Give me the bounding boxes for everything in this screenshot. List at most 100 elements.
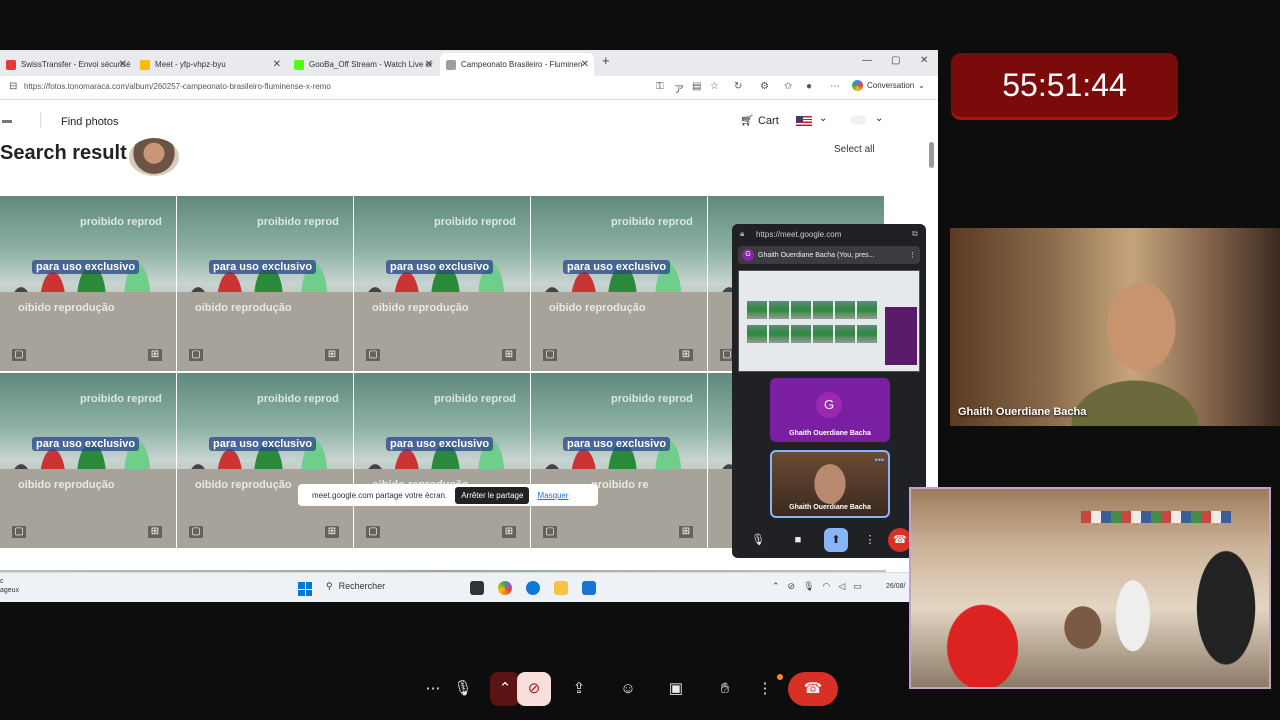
hide-banner-link[interactable]: Masquer — [537, 491, 568, 500]
chevron-down-icon[interactable]: ⌄ — [819, 113, 827, 124]
face-search-thumbnail[interactable] — [129, 138, 179, 176]
cart-add-icon[interactable]: ⊞ — [325, 526, 339, 538]
site-info-icon[interactable]: ⊟ — [9, 81, 17, 92]
watermark-text: proibido reprod — [80, 216, 162, 228]
translate-icon[interactable]: ア — [674, 81, 684, 96]
tab-kick[interactable]: GooBa_Off Stream - Watch Live or ✕ — [288, 53, 438, 76]
microphone-icon[interactable]: 🎙︎ — [746, 528, 770, 552]
more-icon[interactable]: ⋯ — [416, 672, 450, 706]
cart-add-icon[interactable]: ⊞ — [679, 526, 693, 538]
participant-video-tile[interactable]: Ghaith Ouerdiane Bacha — [950, 228, 1280, 426]
close-icon[interactable]: ✕ — [119, 59, 127, 70]
taskbar-search[interactable]: ⚲ Rechercher — [326, 581, 385, 592]
photo-card[interactable]: proibido reprod para uso exclusivo oibid… — [0, 196, 176, 371]
meet-pip-window: 🔒︎ https://meet.google.com ⧉ G Ghaith Ou… — [732, 224, 926, 558]
photo-card[interactable]: proibido reprod para uso exclusivo oibid… — [177, 196, 353, 371]
new-tab-button[interactable]: + — [602, 53, 610, 68]
cart-add-icon[interactable]: ⊞ — [502, 526, 516, 538]
tab-swisstransfer[interactable]: SwissTransfer - Envoi sécurisé et g ✕ — [0, 53, 132, 76]
tab-label: GooBa_Off Stream - Watch Live or — [309, 60, 433, 69]
cart-button[interactable]: 🛒︎ Cart — [740, 114, 779, 128]
cart-add-icon[interactable]: ⊞ — [148, 526, 162, 538]
more-icon[interactable]: ⋯ — [830, 81, 840, 92]
account-avatar[interactable] — [850, 115, 866, 125]
captions-icon[interactable]: ▣ — [659, 672, 693, 706]
cart-add-icon[interactable]: ⊞ — [325, 349, 339, 361]
photo-card[interactable]: proibido reprod para uso exclusivo oibid… — [354, 196, 530, 371]
select-icon[interactable]: ▢ — [366, 349, 380, 361]
select-all-button[interactable]: Select all — [834, 144, 875, 155]
site-logo[interactable]: ▬ — [2, 115, 12, 126]
close-icon[interactable]: ✕ — [425, 59, 433, 70]
windows-start-icon[interactable] — [298, 582, 312, 596]
more-icon[interactable]: ••• — [875, 455, 884, 465]
photo-card[interactable]: proibido reprod para uso exclusivo oibid… — [177, 373, 353, 548]
copilot-conversation-button[interactable]: Conversation ⌄ — [852, 80, 925, 91]
participant-tile-avatar[interactable]: G Ghaith Ouerdiane Bacha — [770, 378, 890, 442]
select-icon[interactable]: ▢ — [12, 526, 26, 538]
favorite-icon[interactable]: ☆ — [710, 81, 719, 92]
photo-card[interactable]: proibido reprod para uso exclusivo oibid… — [0, 373, 176, 548]
chevron-down-icon[interactable]: ⌄ — [875, 113, 883, 124]
microphone-icon[interactable]: 🎙︎ — [446, 672, 480, 706]
emoji-icon[interactable]: ☺ — [611, 672, 645, 706]
taskbar-date[interactable]: 26/08/ — [886, 583, 905, 590]
cart-add-icon[interactable]: ⊞ — [502, 349, 516, 361]
photo-card[interactable]: proibido reprod para uso exclusivo oibid… — [531, 196, 707, 371]
find-photos-link[interactable]: Find photos — [61, 116, 118, 128]
present-screen-icon[interactable]: ⇪ — [562, 672, 596, 706]
present-screen-icon[interactable]: ⬆ — [824, 528, 848, 552]
key-icon[interactable]: ⚿ — [656, 81, 664, 92]
kick-icon — [294, 59, 304, 70]
tab-meet[interactable]: Meet - yfp-vhpz-byu ✕ — [134, 53, 286, 76]
maximize-icon[interactable]: ▢ — [891, 55, 900, 66]
select-icon[interactable]: ▢ — [543, 526, 557, 538]
select-icon[interactable]: ▢ — [189, 349, 203, 361]
end-call-button[interactable]: ☎ — [788, 672, 838, 706]
refresh-icon[interactable]: ↻ — [734, 81, 742, 92]
task-view-icon[interactable] — [470, 581, 484, 595]
watermark-badge: para uso exclusivo — [563, 437, 671, 451]
tab-label: Campeonato Brasileiro - Fluminen — [461, 60, 583, 69]
watermark-text: oibido reprodução — [195, 302, 292, 314]
file-explorer-icon[interactable] — [554, 581, 568, 595]
select-icon[interactable]: ▢ — [189, 526, 203, 538]
system-tray[interactable]: ⌃ ⊘ 🎙︎ ◠ ◁ ▭ — [772, 581, 862, 592]
select-icon[interactable]: ▢ — [12, 349, 26, 361]
tab-campeonato[interactable]: Campeonato Brasileiro - Fluminen ✕ — [440, 53, 594, 76]
reader-icon[interactable]: ▤ — [692, 81, 701, 92]
taskbar-weather[interactable]: c ageux — [0, 577, 19, 595]
more-vert-icon[interactable]: ⋮ — [858, 528, 882, 552]
copilot-icon[interactable] — [498, 581, 512, 595]
camera-icon[interactable]: ■ — [786, 528, 810, 552]
us-flag-icon[interactable] — [796, 116, 812, 126]
camera-off-icon[interactable]: ⊘ — [517, 672, 551, 706]
watermark-text: proibido reprod — [80, 393, 162, 405]
chevron-up-icon[interactable]: ⌃ — [490, 672, 520, 706]
store-icon[interactable] — [582, 581, 596, 595]
profile-icon[interactable]: ● — [806, 81, 812, 92]
photo-card[interactable]: proibido reprod para uso exclusivo proib… — [531, 373, 707, 548]
raise-hand-icon[interactable]: ✋︎ — [708, 672, 742, 706]
self-view-tile[interactable]: ••• Ghaith Ouerdiane Bacha — [770, 450, 890, 518]
edge-icon[interactable] — [526, 581, 540, 595]
open-tab-icon[interactable]: ⧉ — [912, 229, 918, 239]
extension-icon[interactable]: ⚙ — [760, 81, 769, 92]
select-icon[interactable]: ▢ — [366, 526, 380, 538]
photo-card[interactable]: proibido reprod para uso exclusivo oibid… — [354, 373, 530, 548]
stop-sharing-button[interactable]: Arrêter le partage — [455, 486, 530, 504]
close-window-icon[interactable]: ✕ — [920, 55, 928, 66]
cart-add-icon[interactable]: ⊞ — [148, 349, 162, 361]
close-icon[interactable]: ✕ — [581, 59, 589, 70]
minimize-icon[interactable]: — — [862, 55, 872, 66]
collections-icon[interactable]: ✩ — [784, 81, 792, 92]
more-vert-icon[interactable]: ⋮ — [909, 251, 916, 259]
watermark-text: proibido reprod — [611, 393, 693, 405]
watermark-badge: para uso exclusivo — [563, 260, 671, 274]
select-icon[interactable]: ▢ — [543, 349, 557, 361]
scrollbar[interactable] — [929, 142, 934, 168]
close-icon[interactable]: ✕ — [273, 59, 281, 70]
cart-add-icon[interactable]: ⊞ — [679, 349, 693, 361]
presenter-header[interactable]: G Ghaith Ouerdiane Bacha (You, pres... ⋮ — [738, 246, 920, 264]
url-field[interactable]: https://fotos.tonomaraca.com/album/26025… — [24, 82, 331, 91]
